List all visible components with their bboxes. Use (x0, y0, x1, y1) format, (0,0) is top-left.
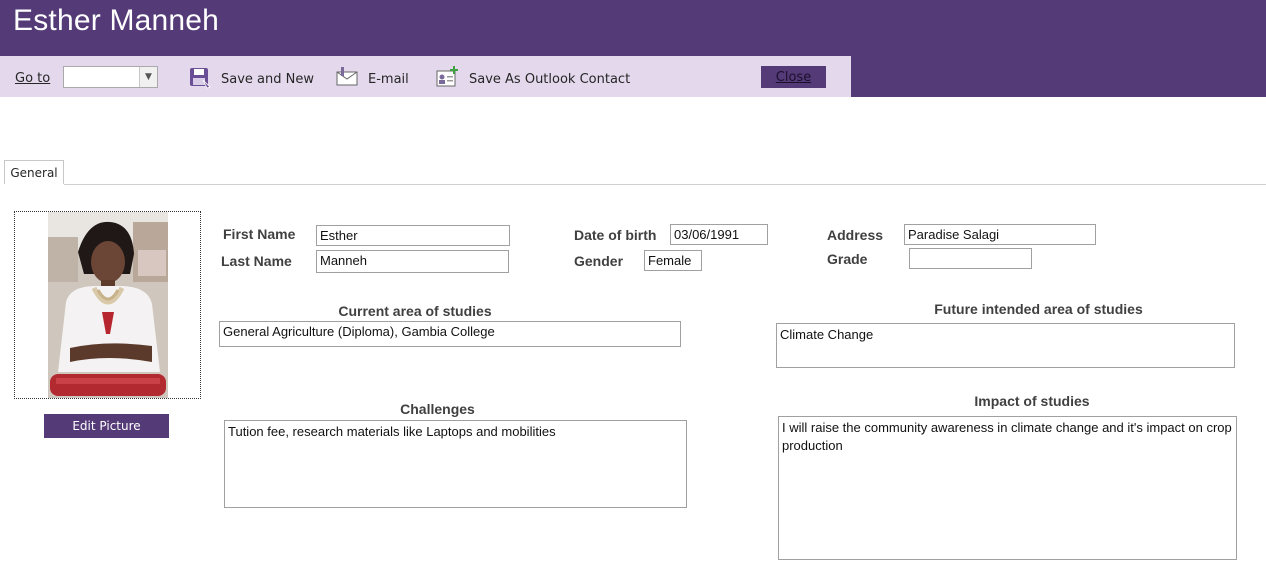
dob-label: Date of birth (574, 227, 657, 243)
toolbar-filler (851, 56, 1266, 97)
save-icon (190, 68, 211, 89)
envelope-icon (336, 67, 358, 86)
goto-combo[interactable]: ▼ (63, 66, 158, 88)
grade-field[interactable] (909, 248, 1032, 269)
tab-divider (64, 184, 1266, 185)
gender-label: Gender (574, 253, 624, 269)
challenges-field[interactable]: Tution fee, research materials like Lapt… (224, 420, 687, 508)
first-name-field[interactable]: Esther (316, 225, 510, 246)
current-studies-label: Current area of studies (338, 303, 492, 319)
address-label: Address (827, 227, 884, 243)
window-title: Esther Manneh (13, 4, 220, 37)
address-field[interactable]: Paradise Salagi (904, 224, 1096, 245)
contact-card-icon (436, 66, 458, 87)
contact-photo (48, 212, 168, 398)
future-studies-field[interactable]: Climate Change (776, 323, 1235, 368)
dob-field[interactable]: 03/06/1991 (670, 224, 768, 245)
edit-picture-button[interactable]: Edit Picture (44, 414, 169, 438)
gender-field[interactable]: Female (644, 250, 702, 271)
chevron-down-icon[interactable]: ▼ (139, 67, 157, 87)
last-name-label: Last Name (221, 253, 292, 269)
future-studies-label: Future intended area of studies (934, 301, 1143, 317)
current-studies-field[interactable]: General Agriculture (Diploma), Gambia Co… (219, 321, 681, 347)
goto-label: Go to (15, 71, 50, 86)
impact-field[interactable]: I will raise the community awareness in … (778, 416, 1237, 560)
save-new-button[interactable]: Save and New (221, 72, 314, 87)
challenges-label: Challenges (400, 401, 475, 417)
impact-label: Impact of studies (974, 393, 1090, 409)
contact-photo-frame (14, 211, 201, 399)
tab-general[interactable]: General (4, 160, 64, 184)
save-new-button-icon-wrap[interactable] (189, 67, 211, 89)
email-button[interactable]: E-mail (368, 72, 409, 87)
last-name-field[interactable]: Manneh (316, 250, 509, 273)
grade-label: Grade (827, 251, 868, 267)
email-button-icon-wrap[interactable] (336, 66, 358, 88)
save-outlook-contact-button[interactable]: Save As Outlook Contact (469, 72, 630, 87)
goto-label-text: Go to (15, 71, 51, 86)
first-name-label: First Name (223, 226, 296, 242)
close-button[interactable]: Close (761, 66, 826, 88)
outlook-contact-icon-wrap[interactable] (436, 65, 460, 89)
